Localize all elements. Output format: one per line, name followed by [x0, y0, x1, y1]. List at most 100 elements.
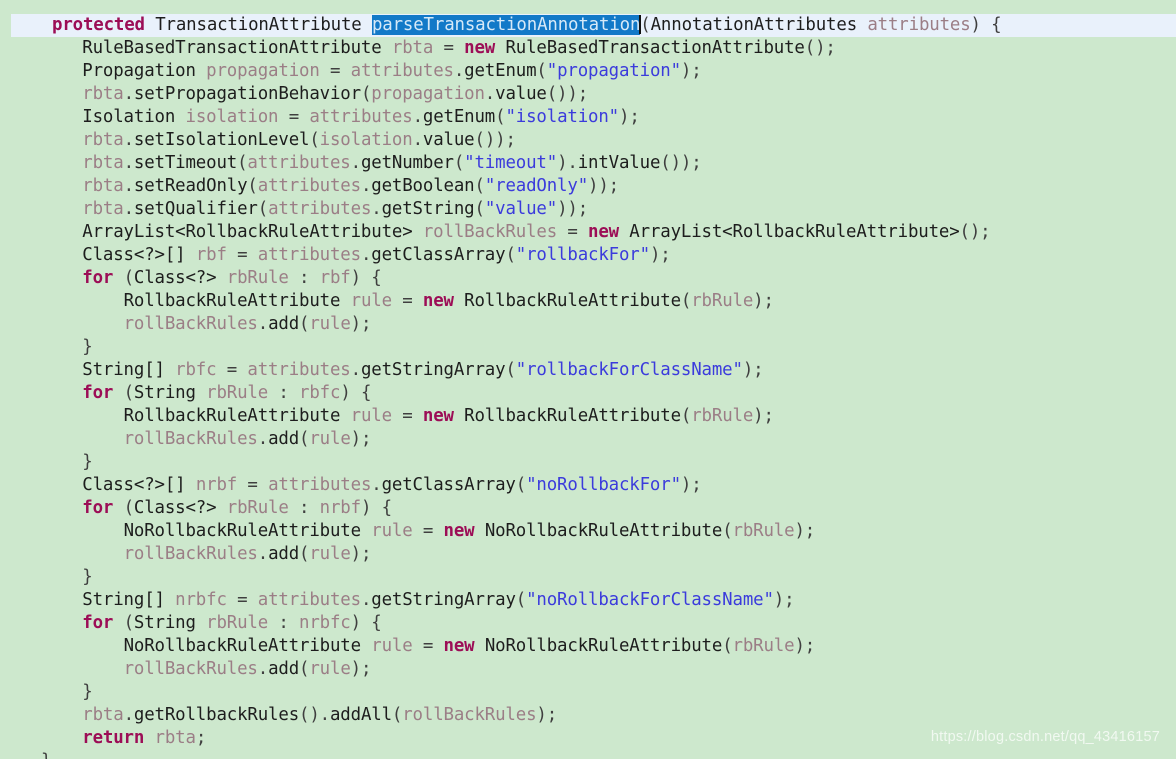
code-token-punct: =	[237, 475, 269, 495]
code-line[interactable]: }	[0, 336, 1176, 359]
code-token-var: rbta	[82, 130, 124, 150]
code-token-punct: );	[794, 636, 816, 656]
code-token-punct: ));	[588, 176, 619, 196]
code-token-punct: ());	[546, 84, 589, 104]
code-line[interactable]: for (String rbRule : rbfc) {	[0, 382, 1176, 405]
code-token-type: NoRollbackRuleAttribute	[123, 636, 362, 656]
code-line[interactable]: Class<?>[] rbf = attributes.getClassArra…	[0, 244, 1176, 267]
code-line[interactable]: }	[0, 566, 1176, 589]
code-token-type: String	[133, 613, 196, 633]
code-token-type: setTimeout	[133, 153, 238, 173]
code-line[interactable]: for (String rbRule : nrbfc) {	[0, 612, 1176, 635]
code-line[interactable]: rbta.setTimeout(attributes.getNumber("ti…	[0, 152, 1176, 175]
code-token-var: rbRule	[691, 406, 754, 426]
code-token-var: rbRule	[691, 291, 754, 311]
code-token-kw: for	[82, 383, 114, 403]
code-token-var: rbRule	[206, 613, 269, 633]
code-line[interactable]: rollBackRules.add(rule);	[0, 543, 1176, 566]
code-token-punct: .	[123, 176, 134, 196]
code-token-type: ArrayList<RollbackRuleAttribute>	[82, 222, 413, 242]
code-token-type: getString	[381, 199, 475, 219]
code-line[interactable]: Isolation isolation = attributes.getEnum…	[0, 106, 1176, 129]
code-token-punct: ().	[299, 705, 330, 725]
code-token-punct: ) {	[970, 15, 1002, 35]
code-token-kw: new	[422, 406, 454, 426]
code-line[interactable]: NoRollbackRuleAttribute rule = new NoRol…	[0, 635, 1176, 658]
code-line[interactable]: rbta.setReadOnly(attributes.getBoolean("…	[0, 175, 1176, 198]
code-line-current[interactable]: protected TransactionAttribute parseTran…	[11, 14, 1176, 37]
code-token-punct: .	[350, 360, 361, 380]
code-line[interactable]: RuleBasedTransactionAttribute rbta = new…	[0, 37, 1176, 60]
code-line[interactable]: }	[0, 451, 1176, 474]
code-line[interactable]: rollBackRules.add(rule);	[0, 658, 1176, 681]
code-line[interactable]: rbta.getRollbackRules().addAll(rollBackR…	[0, 704, 1176, 727]
code-token-punct: );	[649, 245, 671, 265]
code-token-punct: (	[309, 130, 320, 150]
code-token-var: attributes	[309, 107, 413, 127]
code-line[interactable]: RollbackRuleAttribute rule = new Rollbac…	[0, 405, 1176, 428]
code-line[interactable]: }	[0, 750, 1176, 759]
code-line[interactable]: Propagation propagation = attributes.get…	[0, 60, 1176, 83]
code-token-punct: ).	[557, 153, 578, 173]
code-line[interactable]: RollbackRuleAttribute rule = new Rollbac…	[0, 290, 1176, 313]
code-token-punct: =	[412, 636, 444, 656]
code-token-punct: =	[216, 360, 248, 380]
code-token-type: Class<?>	[133, 498, 217, 518]
code-token-str: "noRollbackForClassName"	[526, 590, 774, 610]
code-token-punct: (	[113, 383, 134, 403]
code-token-kw: for	[82, 268, 114, 288]
code-line[interactable]: rollBackRules.add(rule);	[0, 428, 1176, 451]
code-line[interactable]: NoRollbackRuleAttribute rule = new NoRol…	[0, 520, 1176, 543]
code-token-kw: protected	[52, 15, 145, 35]
code-token-kw: for	[82, 498, 114, 518]
code-token-var: attributes	[867, 15, 971, 35]
code-line[interactable]: ArrayList<RollbackRuleAttribute> rollBac…	[0, 221, 1176, 244]
code-token-punct: ) {	[350, 613, 382, 633]
code-line[interactable]: rbta.setPropagationBehavior(propagation.…	[0, 83, 1176, 106]
code-line[interactable]: String[] rbfc = attributes.getStringArra…	[0, 359, 1176, 382]
code-token-punct: (	[536, 61, 547, 81]
code-token-var: attributes	[257, 590, 361, 610]
code-line[interactable]: for (Class<?> rbRule : nrbf) {	[0, 497, 1176, 520]
code-token-var: rule	[309, 544, 351, 564]
code-line[interactable]: rbta.setQualifier(attributes.getString("…	[0, 198, 1176, 221]
code-editor-viewport[interactable]: protected TransactionAttribute parseTran…	[0, 0, 1176, 759]
code-token-punct: :	[268, 613, 300, 633]
code-token-punct: (	[505, 360, 516, 380]
code-token-punct: );	[773, 590, 795, 610]
code-token-var: rbta	[154, 728, 196, 748]
code-line[interactable]: return rbta;	[0, 727, 1176, 750]
code-line[interactable]: rbta.setIsolationLevel(isolation.value()…	[0, 129, 1176, 152]
code-line[interactable]: rollBackRules.add(rule);	[0, 313, 1176, 336]
code-token-punct: }	[41, 751, 51, 759]
code-token-type: NoRollbackRuleAttribute	[123, 521, 362, 541]
code-token-str: "propagation"	[546, 61, 681, 81]
code-token-punct: ) {	[350, 268, 382, 288]
code-token-type: getRollbackRules	[133, 705, 300, 725]
code-token-var: rule	[309, 659, 351, 679]
code-line[interactable]: }	[0, 681, 1176, 704]
code-token-var: rbf	[319, 268, 351, 288]
code-token-punct: .	[484, 84, 496, 104]
code-line[interactable]: String[] nrbfc = attributes.getStringArr…	[0, 589, 1176, 612]
code-token-var: rule	[309, 429, 351, 449]
selected-text[interactable]: parseTransactionAnnotation	[371, 15, 640, 35]
code-token-var: rule	[371, 521, 413, 541]
code-line[interactable]: Class<?>[] nrbf = attributes.getClassArr…	[0, 474, 1176, 497]
code-content[interactable]: protected TransactionAttribute parseTran…	[0, 0, 1176, 759]
code-line[interactable]: for (Class<?> rbRule : rbf) {	[0, 267, 1176, 290]
